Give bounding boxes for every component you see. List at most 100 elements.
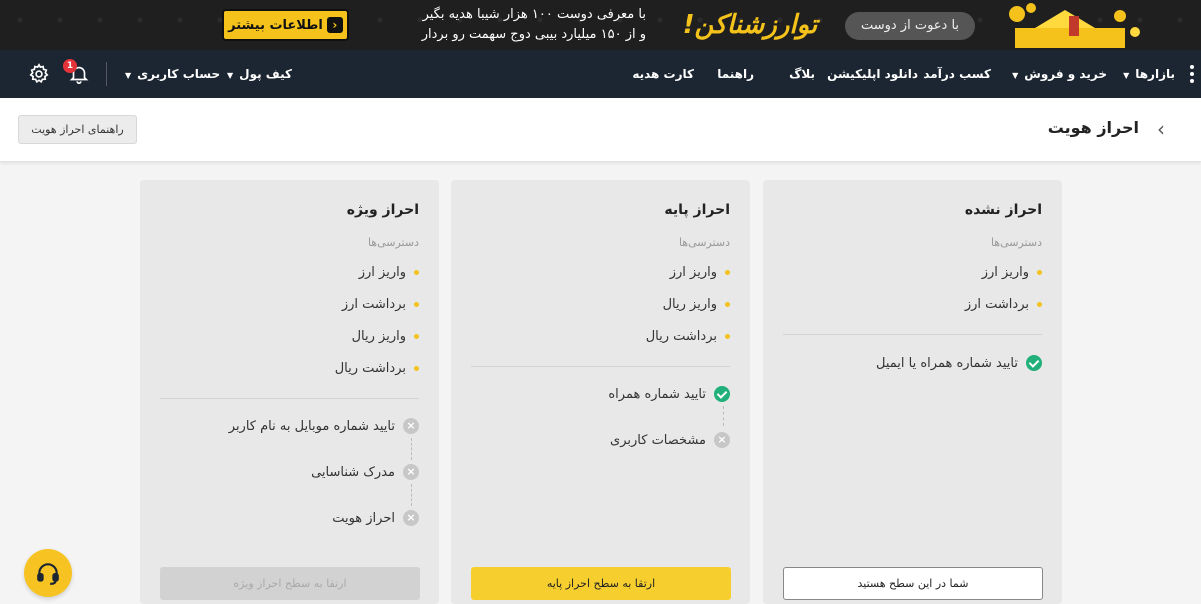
chevron-left-icon: ‹ [326,17,343,33]
account-label: حساب کاربری [137,67,221,81]
bullet-dot-icon [1037,302,1042,307]
nav-download-app-label: دانلود اپلیکیشن [827,67,918,81]
check-circle-icon [714,386,730,402]
banner-text-line2: و از ۱۵۰ میلیارد بیبی دوج سهمت رو بردار [421,27,646,42]
card-title: احراز پایه [664,202,730,218]
card-subtitle: دسترسی‌ها [990,236,1042,249]
access-item: واریز ریال [663,297,730,312]
card-title: احراز ویژه [346,202,419,218]
access-item-label: واریز ریال [662,297,717,312]
account-menu[interactable]: حساب کاربری ▼ [125,50,220,98]
nav-markets-label: بازارها [1135,67,1175,81]
nav-buy-sell-label: خرید و فروش [1024,67,1107,81]
card-divider [783,334,1042,335]
close-circle-icon: × [714,432,730,448]
nav-download-app[interactable]: دانلود اپلیکیشن [827,50,918,98]
bullet-dot-icon [414,334,419,339]
access-item-label: برداشت ریال [334,361,406,376]
chevron-down-icon: ▼ [227,71,234,80]
access-item: واریز ارز [359,265,419,280]
nav-guide[interactable]: راهنما [717,50,754,98]
requirement-item: تایید شماره همراه یا ایمیل [876,355,1042,371]
more-info-button[interactable]: ‹ اطلاعات بیشتر [222,9,349,41]
requirement-label: احراز هویت [332,510,395,526]
close-circle-icon: × [403,464,419,480]
requirement-item: × مشخصات کاربری [610,432,730,448]
top-navbar: بازارها ▼ خرید و فروش ▼ کسب درآمد دانلود ا… [0,50,1201,98]
banner-logo: توارزشناکن! [682,10,818,40]
more-info-label: اطلاعات بیشتر [228,17,323,33]
nav-blog[interactable]: بلاگ [789,50,815,98]
verification-guide-button[interactable]: راهنمای احراز هویت [18,115,137,144]
bullet-dot-icon [414,302,419,307]
card-subtitle: دسترسی‌ها [678,236,730,249]
chevron-left-icon[interactable]: ‹ [1157,118,1173,140]
nav-earn-label: کسب درآمد [923,67,991,81]
access-item: واریز ارز [982,265,1042,280]
requirement-item: × تایید شماره موبایل به نام کاربر [229,418,419,434]
check-circle-icon [1026,355,1042,371]
current-level-button[interactable]: شما در این سطح هستید [783,567,1043,600]
card-subtitle: دسترسی‌ها [367,236,419,249]
close-circle-icon: × [403,418,419,434]
wallet-menu[interactable]: کیف پول ▼ [227,50,292,98]
access-item: برداشت ارز [965,297,1042,312]
access-item: واریز ریال [352,329,419,344]
gift-illustration-icon [1009,3,1140,48]
close-circle-icon: × [403,510,419,526]
bullet-dot-icon [725,334,730,339]
requirement-item: × احراز هویت [332,510,419,526]
level-card-unverified: احراز نشده دسترسی‌ها واریز ارز برداشت ار… [763,180,1062,604]
banner-text: با معرفی دوست ۱۰۰ هزار شیبا هدیه بگیر و … [380,5,646,45]
level-card-special: احراز ویژه دسترسی‌ها واریز ارز برداشت ار… [140,180,439,604]
nav-gift-card-label: کارت هدیه [632,67,694,81]
chevron-down-icon: ▼ [125,71,132,80]
nav-buy-sell[interactable]: خرید و فروش ▼ [1012,50,1107,98]
nav-markets[interactable]: بازارها ▼ [1123,50,1175,98]
more-menu-icon[interactable] [1190,65,1194,83]
access-item-label: واریز ارز [981,265,1029,280]
gear-icon[interactable] [28,63,50,85]
card-divider [471,366,730,367]
requirement-label: تایید شماره همراه [608,386,706,402]
page-header: ‹ احراز هویت راهنمای احراز هویت [0,98,1201,162]
access-item-label: برداشت ارز [341,297,406,312]
banner-text-line1: با معرفی دوست ۱۰۰ هزار شیبا هدیه بگیر [422,7,646,22]
step-connector [411,438,412,460]
access-item: برداشت ریال [646,329,730,344]
upgrade-basic-button[interactable]: ارتقا به سطح احراز پایه [471,567,731,600]
access-item-label: برداشت ریال [645,329,717,344]
requirement-label: مدرک شناسایی [311,464,395,480]
step-connector [411,484,412,506]
page-title: احراز هویت [1047,118,1139,137]
chevron-down-icon: ▼ [1012,71,1019,80]
bullet-dot-icon [414,366,419,371]
requirement-item: تایید شماره همراه [608,386,730,402]
access-item-label: واریز ارز [669,265,717,280]
access-item-label: واریز ریال [351,329,406,344]
wallet-label: کیف پول [239,67,292,81]
requirement-item: × مدرک شناسایی [311,464,419,480]
bullet-dot-icon [1037,270,1042,275]
notification-badge: 1 [63,59,77,73]
requirement-label: تایید شماره موبایل به نام کاربر [228,418,395,434]
access-item: برداشت ریال [335,361,419,376]
requirement-label: مشخصات کاربری [610,432,706,448]
promo-banner[interactable]: ‹ اطلاعات بیشتر با معرفی دوست ۱۰۰ هزار ش… [0,0,1201,50]
upgrade-special-button: ارتقا به سطح احراز ویژه [160,567,420,600]
nav-guide-label: راهنما [717,67,754,81]
banner-invite-pill: با دعوت از دوست [845,12,975,40]
access-item-label: برداشت ارز [964,297,1029,312]
headset-icon [37,563,59,585]
bullet-dot-icon [414,270,419,275]
nav-blog-label: بلاگ [789,67,815,81]
nav-gift-card[interactable]: کارت هدیه [632,50,694,98]
chevron-down-icon: ▼ [1123,71,1130,80]
nav-earn[interactable]: کسب درآمد [923,50,991,98]
nav-separator [106,62,107,86]
support-button[interactable] [24,549,72,597]
card-divider [160,398,419,399]
access-item: واریز ارز [670,265,730,280]
bullet-dot-icon [725,302,730,307]
access-item: برداشت ارز [342,297,419,312]
